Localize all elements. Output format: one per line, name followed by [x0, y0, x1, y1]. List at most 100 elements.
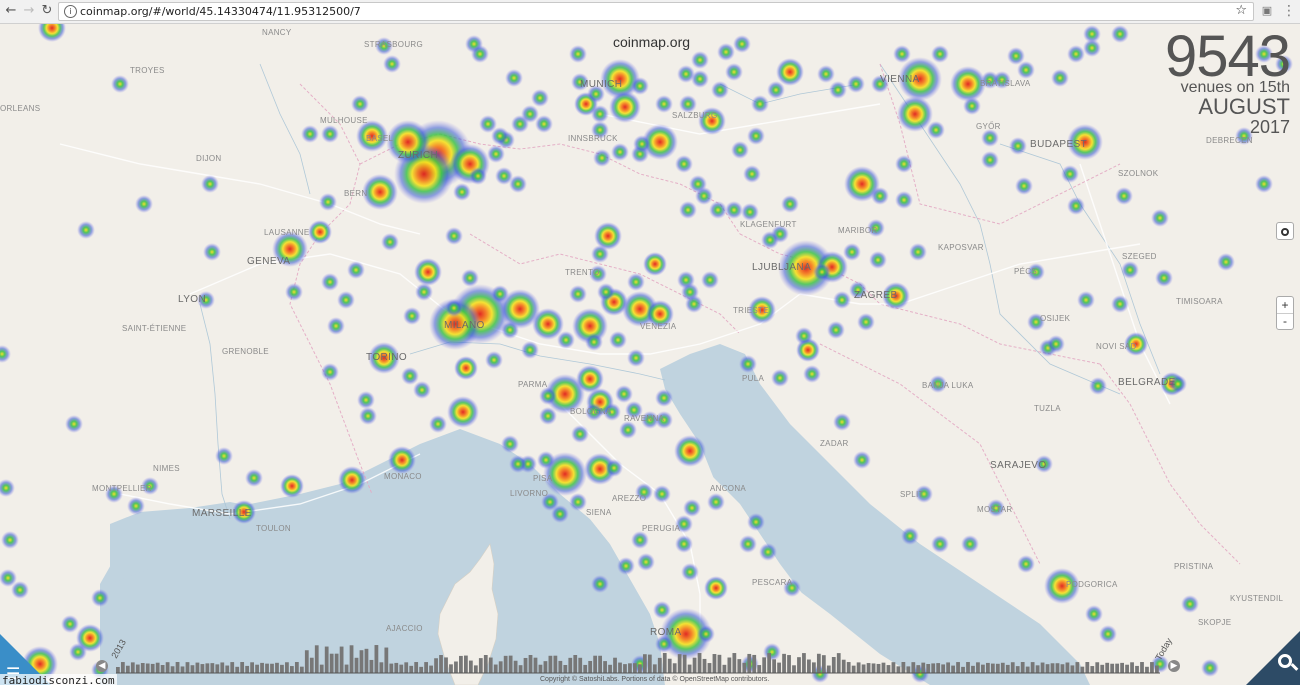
timeline-bar[interactable] — [449, 664, 453, 673]
timeline-bar[interactable] — [195, 662, 200, 673]
timeline-bar[interactable] — [384, 647, 389, 673]
zoom-in-button[interactable]: + — [1277, 297, 1293, 314]
timeline-bar[interactable] — [394, 662, 399, 673]
timeline-bar[interactable] — [926, 664, 931, 673]
timeline-bar[interactable] — [846, 662, 851, 673]
timeline-bar[interactable] — [881, 662, 886, 673]
timeline-bar[interactable] — [866, 663, 871, 673]
timeline-bar[interactable] — [682, 654, 687, 673]
timeline-bar[interactable] — [1085, 662, 1090, 673]
timeline-bar[interactable] — [290, 666, 294, 673]
timeline-bar[interactable] — [1100, 664, 1105, 673]
timeline-bar[interactable] — [344, 664, 349, 673]
timeline-bar[interactable] — [931, 663, 936, 673]
timeline-bar[interactable] — [647, 654, 652, 673]
timeline-bar[interactable] — [1005, 664, 1010, 673]
timeline-bar[interactable] — [1070, 665, 1075, 673]
timeline-bar[interactable] — [971, 665, 975, 673]
timeline-bar[interactable] — [886, 665, 891, 673]
timeline-bar[interactable] — [464, 655, 468, 673]
timeline-bar[interactable] — [911, 662, 916, 673]
timeline-bar[interactable] — [946, 662, 950, 673]
timeline-bar[interactable] — [404, 662, 409, 673]
timeline-bar[interactable] — [936, 663, 941, 673]
timeline-bar[interactable] — [518, 665, 523, 673]
timeline-bar[interactable] — [508, 655, 513, 673]
timeline-bar[interactable] — [324, 646, 329, 673]
timeline-bar[interactable] — [906, 666, 911, 673]
timeline-bar[interactable] — [722, 664, 727, 673]
timeline-bar[interactable] — [821, 655, 826, 673]
site-title[interactable]: coinmap.org — [613, 34, 690, 50]
timeline-bar[interactable] — [240, 662, 245, 673]
timeline-bar[interactable] — [130, 662, 135, 673]
timeline-bar[interactable] — [1050, 663, 1055, 673]
timeline-bar[interactable] — [876, 663, 881, 673]
timeline-bar[interactable] — [235, 666, 240, 673]
timeline-bar[interactable] — [230, 662, 235, 673]
address-bar[interactable]: i coinmap.org/#/world/45.14330474/11.953… — [58, 2, 1254, 21]
timeline-bar[interactable] — [125, 665, 130, 673]
timeline-bar[interactable] — [280, 664, 284, 673]
timeline-bar[interactable] — [956, 662, 960, 673]
timeline-bar[interactable] — [1125, 664, 1129, 673]
timeline-bar[interactable] — [871, 663, 876, 673]
timeline-bar[interactable] — [966, 662, 970, 673]
timeline-bar[interactable] — [990, 663, 995, 673]
timeline-bar[interactable] — [503, 655, 508, 673]
timeline-bar[interactable] — [260, 662, 264, 673]
timeline-bar[interactable] — [220, 662, 225, 673]
timeline-bar[interactable] — [816, 653, 821, 673]
timeline-bar[interactable] — [588, 660, 593, 673]
timeline-bar[interactable] — [1065, 662, 1070, 673]
timeline-bar[interactable] — [285, 662, 289, 673]
locate-button[interactable] — [1276, 222, 1294, 240]
timeline-bar[interactable] — [841, 659, 846, 673]
timeline-bar[interactable] — [116, 667, 120, 673]
timeline-bar[interactable] — [697, 653, 702, 673]
timeline-bar[interactable] — [374, 645, 379, 673]
timeline-bar[interactable] — [548, 655, 553, 673]
timeline-bar[interactable] — [150, 663, 155, 673]
timeline-bar[interactable] — [807, 659, 811, 673]
timeline-bar[interactable] — [762, 657, 767, 673]
timeline-bar[interactable] — [414, 662, 419, 673]
timeline-bar[interactable] — [205, 663, 210, 673]
timeline-bar[interactable] — [628, 663, 632, 673]
timeline-bar[interactable] — [672, 663, 677, 673]
timeline-bar[interactable] — [439, 655, 443, 673]
timeline-bar[interactable] — [275, 662, 279, 673]
timeline-bar[interactable] — [633, 663, 637, 673]
timeline-bar[interactable] — [1120, 662, 1124, 673]
timeline-bar[interactable] — [170, 666, 175, 673]
timeline-bar[interactable] — [767, 653, 772, 673]
timeline-bar[interactable] — [1020, 662, 1025, 673]
timeline-bar[interactable] — [424, 662, 428, 673]
timeline-bar[interactable] — [573, 655, 578, 673]
timeline-bar[interactable] — [319, 664, 324, 673]
timeline-bar[interactable] — [986, 662, 990, 673]
timeline-bar[interactable] — [200, 664, 205, 673]
timeline-bar[interactable] — [314, 645, 319, 673]
timeline-bar[interactable] — [851, 665, 856, 673]
timeline-bar[interactable] — [737, 659, 742, 673]
timeline-bar[interactable] — [812, 662, 816, 673]
timeline-bar[interactable] — [349, 645, 354, 673]
timeline-bar[interactable] — [120, 662, 125, 673]
timeline-bar[interactable] — [334, 653, 339, 673]
timeline-bar[interactable] — [528, 655, 533, 673]
timeline-bar[interactable] — [951, 665, 955, 673]
timeline-bar[interactable] — [419, 666, 424, 673]
reload-icon[interactable]: ↻ — [39, 3, 55, 19]
arrow-right-icon[interactable]: → — [21, 3, 37, 19]
chevron-left-icon[interactable]: ◀ — [96, 660, 108, 672]
timeline-bar[interactable] — [792, 665, 796, 673]
timeline-bar[interactable] — [473, 665, 478, 673]
timeline-bar[interactable] — [210, 663, 215, 673]
timeline-bar[interactable] — [459, 655, 463, 673]
search-button[interactable] — [1246, 631, 1300, 685]
timeline-bar[interactable] — [981, 664, 985, 673]
timeline-bar[interactable] — [976, 662, 980, 673]
timeline-bar[interactable] — [772, 659, 776, 673]
timeline-bar[interactable] — [369, 659, 374, 673]
